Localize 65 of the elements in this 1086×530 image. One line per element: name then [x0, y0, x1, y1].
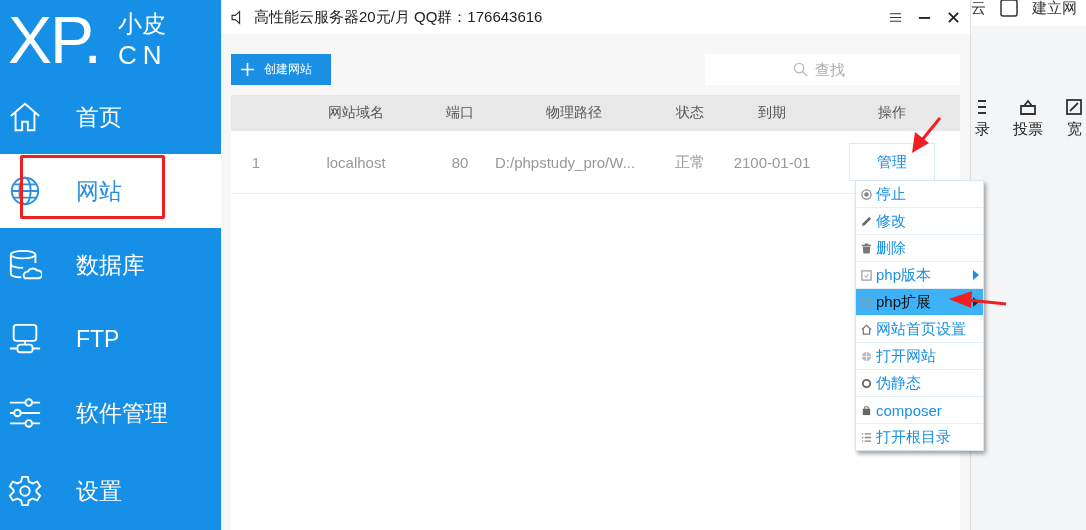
- pencil-icon: [861, 215, 872, 227]
- ballot-box-icon[interactable]: [1019, 98, 1037, 116]
- menu-item[interactable]: 打开根目录: [856, 424, 983, 450]
- menu-item[interactable]: 网站首页设置: [856, 316, 983, 343]
- bag-icon: [861, 404, 872, 416]
- manage-button[interactable]: 管理: [848, 143, 935, 181]
- window-title: 高性能云服务器20元/月 QQ群：176643616: [254, 7, 544, 27]
- network-monitor-icon: [8, 322, 42, 356]
- arrow-annotation: [949, 291, 1007, 308]
- home-icon: [861, 323, 872, 335]
- table-cell-text: 正常: [674, 152, 706, 172]
- search-field[interactable]: 查找: [705, 54, 960, 85]
- home-icon: [8, 100, 42, 134]
- menu-item[interactable]: composer: [856, 397, 983, 424]
- menu-icon[interactable]: [889, 10, 902, 24]
- sidebar-item[interactable]: 软件管理: [0, 376, 221, 450]
- column-header: 网站域名: [327, 104, 385, 122]
- toolbar-label: 投票: [1013, 120, 1043, 139]
- menu-item[interactable]: 修改: [856, 208, 983, 235]
- menu-item[interactable]: 删除: [856, 235, 983, 262]
- menu-item[interactable]: 停止: [856, 181, 983, 208]
- sidebar-item[interactable]: 数据库: [0, 228, 221, 302]
- create-site-button[interactable]: 创建网站: [231, 54, 331, 85]
- table-cell-text: 2100-01-01: [732, 153, 812, 171]
- toolbar-text: 云: [971, 0, 986, 18]
- table-cell-text: D:/phpstudy_pro/W...: [494, 153, 637, 171]
- column-header: 操作: [876, 104, 907, 122]
- logo-mark: XP.: [8, 7, 100, 73]
- toolbar-text: 建立网: [1032, 0, 1077, 18]
- table-cell-text: 80: [450, 153, 470, 171]
- column-header: 状态: [675, 104, 705, 122]
- submenu-caret-icon: [973, 270, 979, 280]
- square-icon: [861, 296, 872, 308]
- logo-text: CN: [117, 38, 168, 72]
- resize-icon[interactable]: [1065, 98, 1083, 116]
- table-cell-text: localhost: [325, 153, 387, 171]
- settings-icon: [8, 474, 42, 508]
- toolbar-label: 宽: [1066, 120, 1082, 139]
- trash-icon: [861, 242, 872, 254]
- close-icon[interactable]: [947, 10, 960, 24]
- table-cell-text: 1: [250, 153, 262, 171]
- menu-item[interactable]: 打开网站: [856, 343, 983, 370]
- column-header: 物理路径: [545, 104, 603, 122]
- menu-item[interactable]: php扩展: [856, 289, 983, 316]
- column-header: 端口: [445, 104, 475, 122]
- checkbox-icon: [1000, 0, 1018, 17]
- sidebar-item[interactable]: FTP: [0, 302, 221, 376]
- globe-icon: [8, 174, 42, 208]
- menu-item[interactable]: 伪静态: [856, 370, 983, 397]
- sidebar-item[interactable]: 设置: [0, 454, 221, 528]
- search-icon: [793, 62, 808, 77]
- sidebar-item[interactable]: 首页: [0, 80, 221, 154]
- stop-icon: [861, 188, 872, 200]
- arrow-annotation: [912, 117, 942, 153]
- database-cloud-icon: [8, 248, 42, 282]
- square-icon: [861, 269, 872, 281]
- globe-icon: [861, 350, 872, 362]
- column-header: 到期: [757, 104, 787, 122]
- plus-icon: [241, 63, 254, 76]
- ring-icon: [861, 377, 872, 389]
- toolbar-label: 录: [974, 120, 990, 139]
- sliders-icon: [8, 396, 42, 430]
- sidebar-item[interactable]: 网站: [0, 154, 221, 228]
- logo-text: 小皮: [117, 8, 167, 39]
- list-icon: [861, 431, 872, 443]
